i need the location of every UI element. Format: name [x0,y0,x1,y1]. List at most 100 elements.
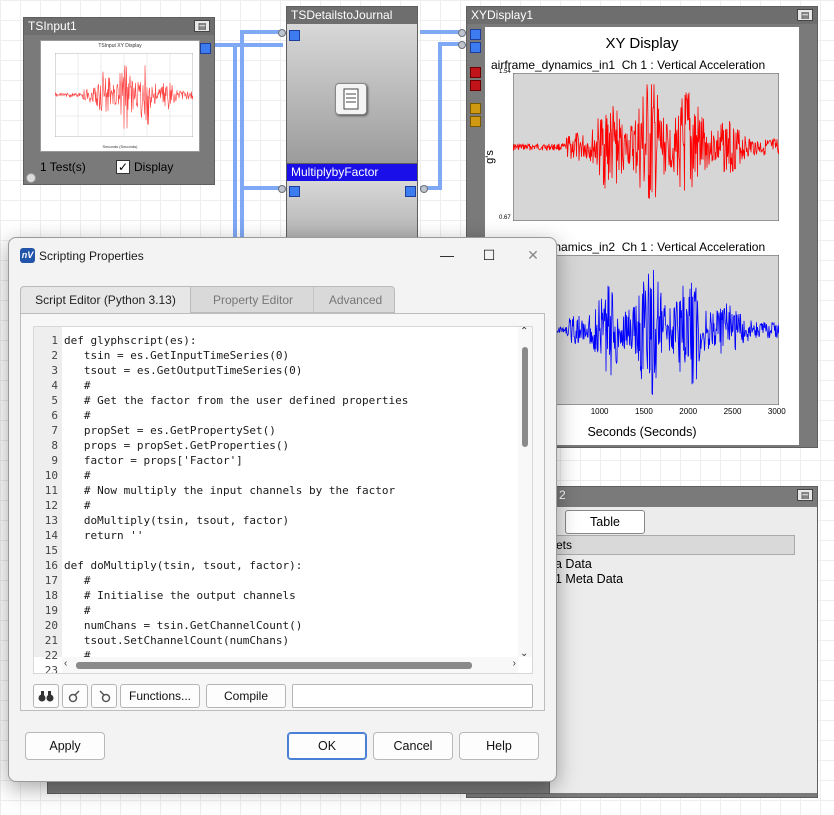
output-port[interactable] [405,186,416,197]
glyph-title: 2 [559,488,566,502]
glyph-title: TSInput1 [24,18,214,35]
minimize-icon[interactable]: ▤ [194,20,210,32]
line-number: 18 [44,589,58,602]
thumbnail-xlabel: Seconds (Seconds) [102,144,138,149]
vertical-scrollbar[interactable]: ⌃ ⌄ [518,327,532,659]
input-port[interactable] [470,67,481,78]
compile-button[interactable]: Compile [206,684,286,708]
maximize-window-icon[interactable]: ☐ [469,242,509,268]
chart-title: XY Display [605,35,679,52]
minimize-window-icon[interactable]: — [427,242,467,268]
minimize-icon[interactable]: ▤ [797,9,813,21]
code-line: 13 doMultiply(tsin, tsout, factor) [34,513,514,528]
display-checkbox[interactable]: ✓ [116,160,130,174]
scroll-thumb[interactable] [76,662,472,669]
multiply-glyph[interactable]: MultiplybyFactor [286,163,418,243]
tsdetails-glyph[interactable]: TSDetailstoJournal [286,6,418,164]
line-number: 10 [44,469,58,482]
tab-property-editor[interactable]: Property Editor [193,287,313,313]
find-previous-icon [99,690,111,703]
line-number: 17 [44,574,58,587]
table-row[interactable]: a Data [555,557,592,571]
line-number: 8 [51,439,58,452]
apply-button[interactable]: Apply [25,732,105,760]
code-editor[interactable]: 1 def glyphscript(es): 2 tsin = es.GetInpu… [33,326,533,674]
scroll-thumb[interactable] [522,347,528,447]
x-tick-label: 2000 [679,407,698,416]
code-line: 6 # [34,408,514,423]
input-port[interactable] [289,30,300,41]
code-text: tsout = es.GetOutputTimeSeries(0) [64,364,303,377]
code-line: 7 propSet = es.GetPropertySet() [34,423,514,438]
code-line: 2 tsin = es.GetInputTimeSeries(0) [34,348,514,363]
line-number: 1 [51,334,58,347]
code-line: 12 # [34,498,514,513]
scroll-up-icon[interactable]: ⌃ [520,327,528,337]
scroll-down-icon[interactable]: ⌄ [520,648,528,659]
code-text: props = propSet.GetProperties() [64,439,290,452]
code-text: # [64,499,91,512]
tab-advanced[interactable]: Advanced [313,287,397,313]
find-previous-button[interactable] [91,684,117,708]
table-row[interactable]: 1 Meta Data [555,572,623,586]
code-text: # [64,604,91,617]
tsinput-glyph[interactable]: TSInput1 ▤ TSInput XY Display Seconds (S… [23,17,215,185]
line-number: 2 [51,349,58,362]
input-port[interactable] [470,29,481,40]
code-line: 1 def glyphscript(es): [34,333,514,348]
input-port[interactable] [470,80,481,91]
line-number: 11 [44,484,58,497]
code-line: 14 return '' [34,528,514,543]
scroll-left-icon[interactable]: ‹ [64,658,67,669]
output-port[interactable] [200,43,211,54]
line-number: 4 [51,379,58,392]
input-port[interactable] [289,186,300,197]
code-text: numChans = tsin.GetChannelCount() [64,619,303,632]
code-text: propSet = es.GetPropertySet() [64,424,276,437]
line-number: 9 [51,454,58,467]
code-line: 3 tsout = es.GetOutputTimeSeries(0) [34,363,514,378]
scroll-right-icon[interactable]: › [513,658,516,669]
connection-pin [278,29,286,37]
code-line: 10 # [34,468,514,483]
help-button[interactable]: Help [459,732,539,760]
journal-icon [335,83,367,115]
code-text: # Get the factor from the user defined p… [64,394,409,407]
display-label: Display [134,160,174,174]
binoculars-icon [38,691,54,702]
code-text: # Initialise the output channels [64,589,296,602]
ok-button[interactable]: OK [287,732,367,760]
tab-strip: Script Editor (Python 3.13) Property Edi… [20,286,395,313]
status-icon [26,173,36,183]
close-window-icon[interactable]: ✕ [513,242,553,268]
test-count-label: 1 Test(s) [40,160,86,174]
tab-script-editor[interactable]: Script Editor (Python 3.13) [21,287,191,313]
code-text: # [64,379,91,392]
table-tab-button[interactable]: Table [565,510,645,534]
connection-wire [438,42,442,190]
connection-pin [458,29,466,37]
connection-pin [420,185,428,193]
minimize-icon[interactable]: ▤ [797,489,813,501]
line-number: 15 [44,544,58,557]
input-port[interactable] [470,116,481,127]
code-text: tsin = es.GetInputTimeSeries(0) [64,349,290,362]
line-number: 23 [44,664,58,674]
connection-wire [213,43,283,47]
code-text: # [64,409,91,422]
code-line: 5 # Get the factor from the user defined… [34,393,514,408]
search-input[interactable] [292,684,533,708]
input-port[interactable] [470,42,481,53]
horizontal-scrollbar[interactable]: ‹ › [62,657,518,673]
x-tick-label: 3000 [767,407,786,416]
line-number: 6 [51,409,58,422]
input-port[interactable] [470,103,481,114]
find-next-button[interactable] [62,684,88,708]
cancel-button[interactable]: Cancel [373,732,453,760]
find-next-icon [68,690,80,703]
code-text: factor = props['Factor'] [64,454,243,467]
functions-button[interactable]: Functions... [120,684,200,708]
glyph-title: MultiplybyFactor [287,164,417,181]
connection-wire [233,43,237,243]
find-button[interactable] [33,684,59,708]
